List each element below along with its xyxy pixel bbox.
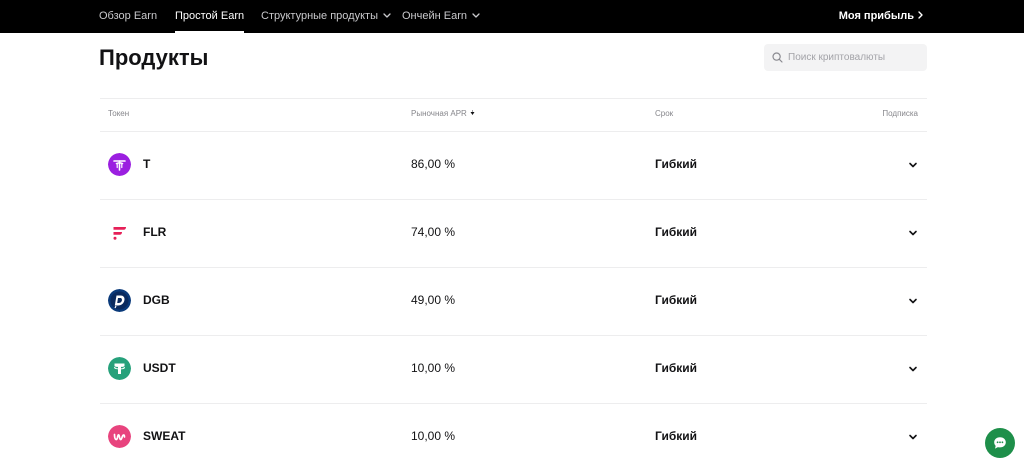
nav-tab-label: Простой Earn bbox=[175, 10, 245, 22]
column-header-subscribe: Подписка bbox=[882, 109, 918, 118]
apr-value: 10,00 % bbox=[411, 429, 456, 443]
table-row[interactable]: FLR 74,00 % Гибкий bbox=[100, 199, 927, 267]
dgb-coin-icon bbox=[108, 289, 131, 312]
t-coin-icon bbox=[108, 153, 131, 176]
search-icon bbox=[772, 52, 783, 63]
column-header-term: Срок bbox=[655, 109, 674, 118]
page-title: Продукты bbox=[99, 45, 209, 70]
nav-tab-simple-earn[interactable]: Простой Earn bbox=[175, 0, 245, 33]
nav-tab-structured-products[interactable]: Структурные продукты bbox=[261, 0, 391, 33]
nav-tab-label: Структурные продукты bbox=[261, 10, 378, 22]
chat-bubble-icon bbox=[994, 437, 1006, 449]
search-input[interactable] bbox=[786, 44, 922, 71]
token-name: T bbox=[143, 157, 151, 171]
nav-tab-label: Ончейн Earn bbox=[402, 10, 467, 22]
chevron-down-icon[interactable] bbox=[907, 227, 919, 239]
table-row[interactable]: SWEAT 10,00 % Гибкий bbox=[100, 403, 927, 471]
column-header-apr[interactable]: Рыночная APR bbox=[411, 109, 475, 118]
apr-value: 74,00 % bbox=[411, 225, 456, 239]
apr-value: 49,00 % bbox=[411, 293, 456, 307]
term-value: Гибкий bbox=[655, 157, 698, 171]
token-name: DGB bbox=[143, 293, 170, 307]
chevron-down-icon[interactable] bbox=[907, 363, 919, 375]
nav-tab-earn-overview[interactable]: Обзор Earn bbox=[99, 0, 157, 33]
top-navigation: Обзор Earn Простой Earn Структурные прод… bbox=[0, 0, 1024, 33]
usdt-coin-icon bbox=[108, 357, 131, 380]
token-name: FLR bbox=[143, 225, 167, 239]
search-box[interactable] bbox=[764, 44, 927, 71]
term-value: Гибкий bbox=[655, 225, 698, 239]
active-tab-underline bbox=[175, 31, 245, 33]
sort-desc-icon bbox=[470, 110, 475, 116]
chevron-down-icon bbox=[383, 12, 391, 18]
column-header-apr-label: Рыночная APR bbox=[411, 109, 467, 118]
column-header-token: Токен bbox=[108, 109, 130, 118]
table-row[interactable]: USDT 10,00 % Гибкий bbox=[100, 335, 927, 403]
nav-tab-onchain-earn[interactable]: Ончейн Earn bbox=[402, 0, 480, 33]
chevron-down-icon bbox=[472, 12, 480, 18]
chevron-down-icon[interactable] bbox=[907, 431, 919, 443]
table-divider bbox=[100, 98, 927, 99]
my-profit-link[interactable]: Моя прибыль bbox=[839, 0, 923, 33]
term-value: Гибкий bbox=[655, 429, 698, 443]
term-value: Гибкий bbox=[655, 293, 698, 307]
term-value: Гибкий bbox=[655, 361, 698, 375]
nav-tab-label: Обзор Earn bbox=[99, 10, 158, 22]
token-name: USDT bbox=[143, 361, 176, 375]
sweat-coin-icon bbox=[108, 425, 131, 448]
apr-value: 10,00 % bbox=[411, 361, 456, 375]
chevron-down-icon[interactable] bbox=[907, 295, 919, 307]
chevron-right-icon bbox=[918, 11, 923, 19]
chevron-down-icon[interactable] bbox=[907, 159, 919, 171]
table-row[interactable]: T 86,00 % Гибкий bbox=[100, 131, 927, 199]
apr-value: 86,00 % bbox=[411, 157, 456, 171]
my-profit-label: Моя прибыль bbox=[838, 10, 914, 22]
chat-support-button[interactable] bbox=[985, 428, 1015, 458]
flr-coin-icon bbox=[113, 227, 126, 240]
table-row[interactable]: DGB 49,00 % Гибкий bbox=[100, 267, 927, 335]
token-name: SWEAT bbox=[143, 429, 186, 443]
